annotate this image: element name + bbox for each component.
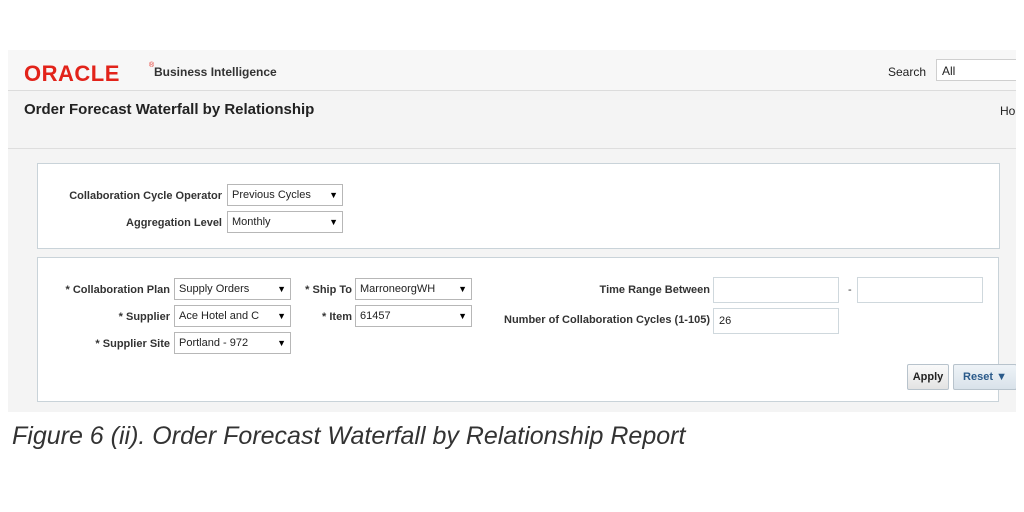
cycle-options-panel: Collaboration Cycle Operator Previous Cy… xyxy=(37,163,1000,249)
collaboration-plan-select[interactable]: Supply Orders ▼ xyxy=(174,278,291,300)
reset-button[interactable]: Reset ▼ xyxy=(953,364,1016,390)
apply-button[interactable]: Apply xyxy=(907,364,949,390)
supplier-site-label: * Supplier Site xyxy=(95,338,170,350)
supplier-select[interactable]: Ace Hotel and C ▼ xyxy=(174,305,291,327)
home-link[interactable]: Ho xyxy=(1000,104,1015,118)
supplier-label: * Supplier xyxy=(118,311,170,323)
aggregation-label: Aggregation Level xyxy=(126,217,222,229)
page-title: Order Forecast Waterfall by Relationship xyxy=(24,101,315,118)
chevron-down-icon: ▼ xyxy=(277,338,286,348)
report-prompts-panel: * Collaboration Plan Supply Orders ▼ * S… xyxy=(37,257,1016,402)
supplier-site-select[interactable]: Portland - 972 ▼ xyxy=(174,332,291,354)
item-select[interactable]: 61457 ▼ xyxy=(355,305,472,327)
time-range-start-input[interactable] xyxy=(713,277,839,303)
operator-select[interactable]: Previous Cycles ▼ xyxy=(227,184,343,206)
search-label: Search xyxy=(888,65,927,79)
time-range-end-input[interactable] xyxy=(857,277,983,303)
ship-to-label: * Ship To xyxy=(305,284,352,296)
chevron-down-icon: ▼ xyxy=(329,190,338,200)
aggregation-select[interactable]: Monthly ▼ xyxy=(227,211,343,233)
app-window: ORACLE ® Business Intelligence Search Al… xyxy=(8,50,1016,412)
chevron-down-icon: ▼ xyxy=(458,284,467,294)
operator-label: Collaboration Cycle Operator xyxy=(69,190,222,202)
chevron-down-icon: ▼ xyxy=(458,311,467,321)
top-bar: ORACLE ® Business Intelligence Search Al… xyxy=(8,50,1016,91)
chevron-down-icon: ▼ xyxy=(277,311,286,321)
time-range-separator: - xyxy=(848,284,852,296)
figure-caption: Figure 6 (ii). Order Forecast Waterfall … xyxy=(12,422,686,450)
item-label: * Item xyxy=(322,311,352,323)
oracle-logo[interactable]: ORACLE xyxy=(24,61,120,87)
time-range-label: Time Range Between xyxy=(599,284,710,296)
chevron-down-icon: ▼ xyxy=(277,284,286,294)
collaboration-plan-label: * Collaboration Plan xyxy=(65,284,170,296)
chevron-down-icon: ▼ xyxy=(329,217,338,227)
divider xyxy=(8,148,1016,149)
cycles-count-label: Number of Collaboration Cycles (1-105) xyxy=(504,314,710,326)
product-name: Business Intelligence xyxy=(154,65,277,79)
cycles-count-input[interactable]: 26 xyxy=(713,308,839,334)
ship-to-select[interactable]: MarroneorgWH ▼ xyxy=(355,278,472,300)
search-scope-select[interactable]: All xyxy=(936,59,1016,81)
